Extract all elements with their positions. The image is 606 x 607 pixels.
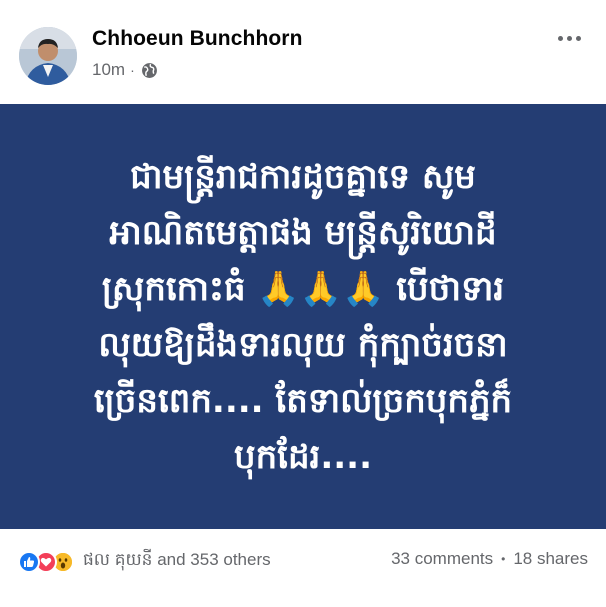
post-meta: 10m · <box>92 60 158 80</box>
reaction-count[interactable]: ផល គុយនី and 353 others <box>83 549 271 574</box>
globe-icon[interactable] <box>141 62 158 79</box>
dot <box>575 35 581 41</box>
meta-separator: · <box>130 62 135 78</box>
dot <box>557 35 563 41</box>
post-card: Chhoeun Bunchhorn 10m · ជាមន្ត្រីរាជការដ… <box>0 0 606 607</box>
post-content-panel: ជាមន្ត្រីរាជការដូចគ្នាទេ សូម អាណិតមេត្តា… <box>0 104 606 529</box>
reaction-icons <box>18 550 74 573</box>
post-header: Chhoeun Bunchhorn 10m · <box>0 0 606 104</box>
stats-separator: • <box>501 552 506 566</box>
author-name[interactable]: Chhoeun Bunchhorn <box>92 27 303 51</box>
more-options-button[interactable] <box>552 24 586 52</box>
dot <box>566 35 572 41</box>
engagement-stats: 33 comments • 18 shares <box>391 549 588 569</box>
author-avatar[interactable] <box>19 27 77 85</box>
avatar-image <box>19 27 77 85</box>
comments-count[interactable]: 33 comments <box>391 549 493 569</box>
post-time[interactable]: 10m <box>92 60 125 80</box>
post-text: ជាមន្ត្រីរាជការដូចគ្នាទេ សូម អាណិតមេត្តា… <box>93 156 513 477</box>
reactions-summary[interactable]: ផល គុយនី and 353 others <box>18 549 271 574</box>
like-icon <box>18 550 40 573</box>
post-footer: ផល គុយនី and 353 others 33 comments • 18… <box>0 529 606 607</box>
shares-count[interactable]: 18 shares <box>513 549 588 569</box>
